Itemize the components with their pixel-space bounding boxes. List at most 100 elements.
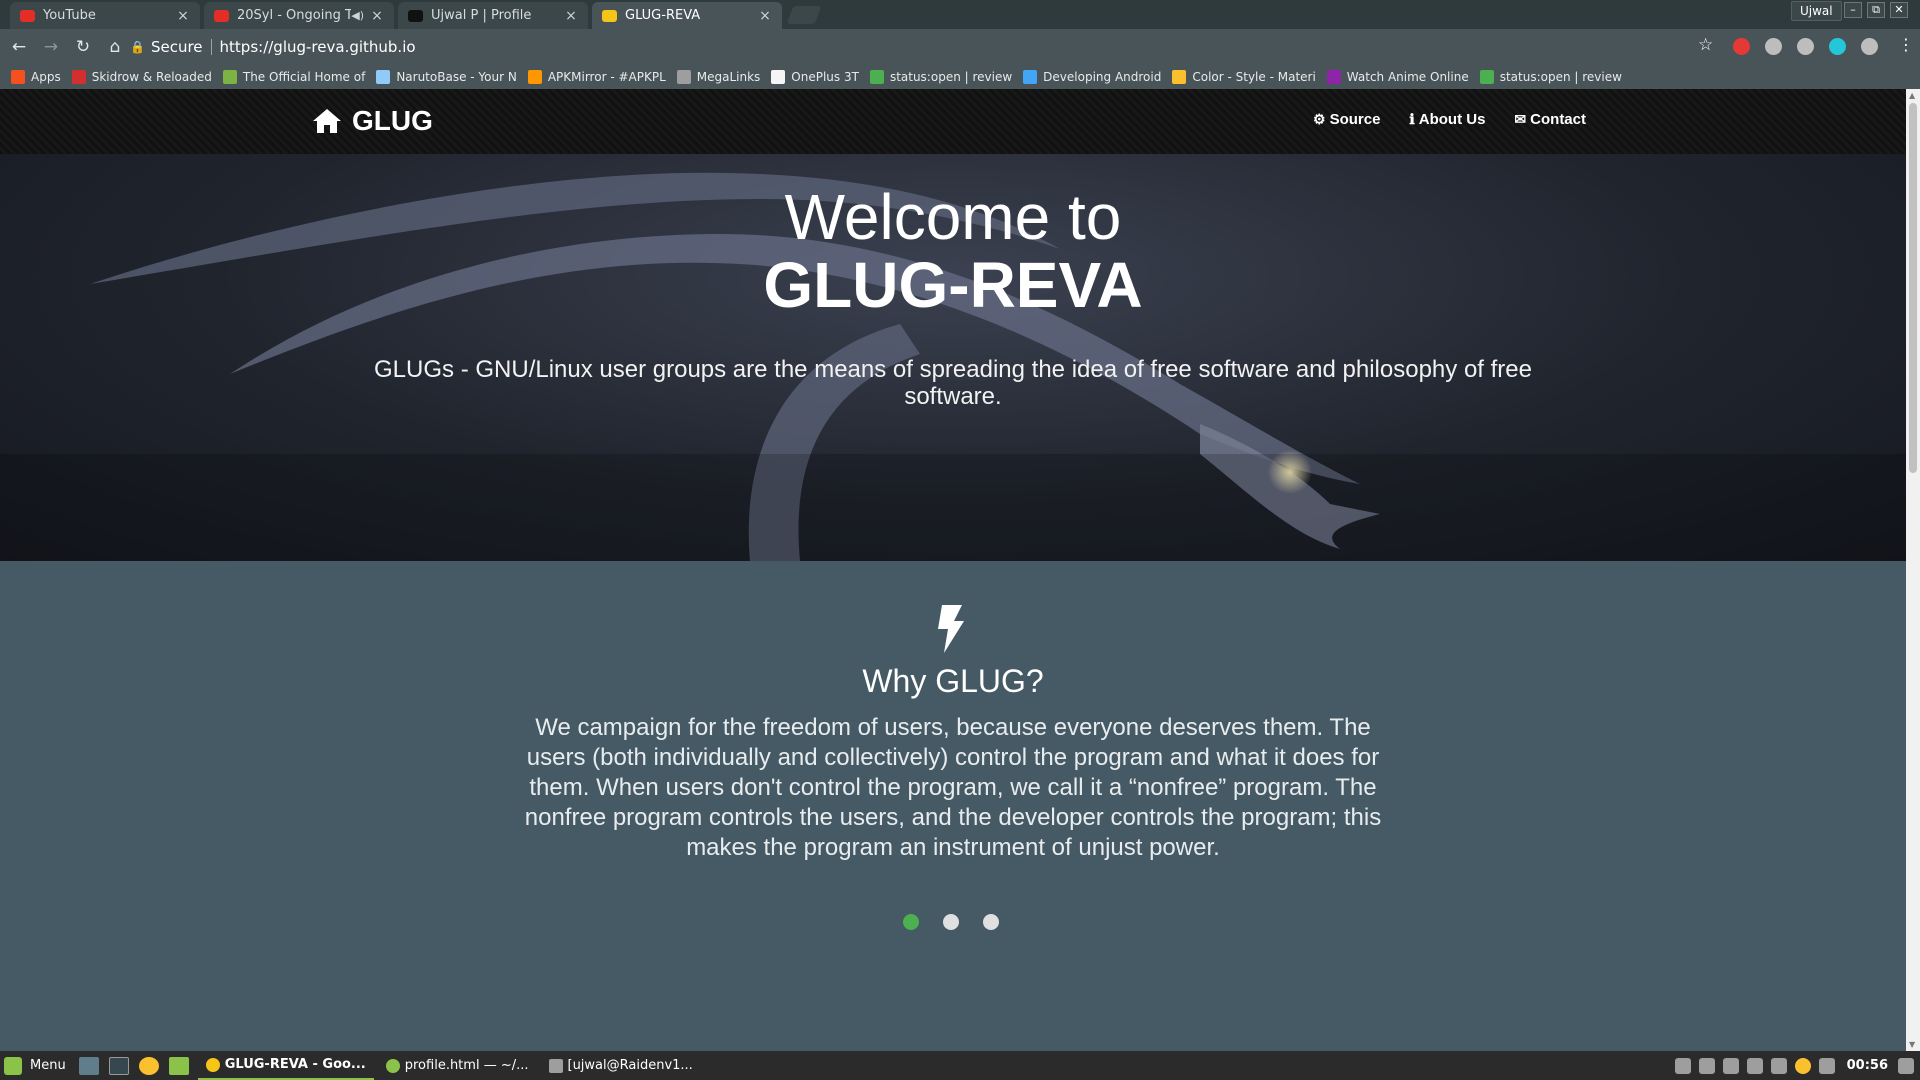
close-icon[interactable]: × (370, 8, 384, 24)
bookmark-item[interactable]: status:open | review (1479, 70, 1622, 84)
why-glug-section: Why GLUG? We campaign for the freedom of… (0, 561, 1906, 1051)
bookmark-favicon-icon (676, 70, 691, 84)
speaker-icon[interactable]: ◀) (351, 9, 364, 22)
clock[interactable]: 00:56 (1847, 1058, 1888, 1073)
bookmark-item[interactable]: Developing Android (1023, 70, 1161, 84)
envelope-icon: ✉ (1514, 111, 1527, 127)
forward-arrow-icon[interactable]: → (38, 34, 64, 60)
bluetooth-icon[interactable] (1818, 1057, 1835, 1074)
site-nav: ⚙ Source ℹ About Us ✉ Contact (1284, 111, 1586, 128)
nav-label: Source (1329, 111, 1381, 128)
nav-about-us[interactable]: ℹ About Us (1409, 111, 1485, 128)
carousel-dot[interactable] (943, 914, 959, 930)
site-navbar: GLUG ⚙ Source ℹ About Us ✉ Contact (0, 89, 1906, 154)
volume-icon[interactable] (1722, 1057, 1739, 1074)
bookmark-star-icon[interactable]: ☆ (1698, 35, 1713, 55)
close-icon[interactable]: × (176, 8, 190, 24)
minimize-button[interactable]: – (1844, 2, 1862, 18)
terminal-icon[interactable] (108, 1056, 129, 1075)
vertical-scrollbar[interactable]: ▲ ▼ (1906, 89, 1920, 1051)
carousel-dot[interactable] (903, 914, 919, 930)
bookmark-label: APKMirror - #APKPL (547, 70, 666, 84)
task-profile-html[interactable]: profile.html — ~/... (378, 1051, 537, 1080)
bookmark-item[interactable]: Watch Anime Online (1326, 70, 1469, 84)
bookmark-item[interactable]: MegaLinks (676, 70, 760, 84)
start-menu-button[interactable]: Menu (4, 1056, 66, 1075)
cloud-icon[interactable] (1861, 38, 1878, 55)
lock-icon: 🔒 (130, 40, 145, 54)
tab-strip: YouTube × 20Syl - Ongoing Thin ◀) × Ujwa… (0, 0, 1920, 29)
terminal-icon (548, 1058, 563, 1073)
new-tab-button[interactable] (786, 6, 822, 24)
hero-section: Welcome to GLUG-REVA GLUGs - GNU/Linux u… (0, 154, 1906, 561)
reload-icon[interactable]: ↻ (70, 34, 96, 60)
scroll-down-icon[interactable]: ▼ (1909, 1040, 1915, 1049)
bookmark-favicon-icon (71, 70, 86, 84)
browser-window: YouTube × 20Syl - Ongoing Thin ◀) × Ujwa… (0, 0, 1920, 1051)
restore-button[interactable]: ⧉ (1867, 2, 1885, 18)
bookmark-favicon-icon (1326, 70, 1341, 84)
page-viewport: GLUG ⚙ Source ℹ About Us ✉ Contact Welco… (0, 89, 1906, 1051)
shield-icon[interactable] (1797, 38, 1814, 55)
bookmark-label: Skidrow & Reloaded (91, 70, 212, 84)
bookmark-favicon-icon (771, 70, 786, 84)
close-window-button[interactable]: ✕ (1890, 2, 1908, 18)
why-heading: Why GLUG? (862, 663, 1044, 699)
tab-glug-reva[interactable]: GLUG-REVA × (592, 2, 782, 29)
tab-20syl[interactable]: 20Syl - Ongoing Thin ◀) × (204, 2, 394, 29)
bookmark-item[interactable]: OnePlus 3T (771, 70, 859, 84)
adblock-icon[interactable] (1733, 38, 1750, 55)
bookmark-item[interactable]: NarutoBase - Your N (376, 70, 517, 84)
shield-icon[interactable] (1770, 1057, 1787, 1074)
bookmark-label: NarutoBase - Your N (396, 70, 517, 84)
bookmark-item[interactable]: Color - Style - Materi (1172, 70, 1316, 84)
bookmark-label: The Official Home of (242, 70, 366, 84)
nav-contact[interactable]: ✉ Contact (1514, 111, 1586, 128)
chrome-icon[interactable] (138, 1056, 159, 1075)
site-brand[interactable]: GLUG (312, 105, 433, 137)
nav-source[interactable]: ⚙ Source (1313, 111, 1380, 128)
folder-icon[interactable] (168, 1056, 189, 1075)
user-icon[interactable] (1674, 1057, 1691, 1074)
omnibox[interactable]: 🔒 Secure https://glug-reva.github.io (124, 33, 1714, 61)
task-glug-reva[interactable]: GLUG-REVA - Goo... (197, 1051, 374, 1080)
bookmark-item[interactable]: Skidrow & Reloaded (71, 70, 212, 84)
glug-favicon-icon (602, 9, 617, 22)
show-desktop-icon[interactable] (78, 1056, 99, 1075)
url-text[interactable]: https://glug-reva.github.io (220, 38, 416, 56)
m-icon[interactable] (1829, 38, 1846, 55)
bookmark-favicon-icon (869, 70, 884, 84)
scrollbar-thumb[interactable] (1909, 103, 1917, 473)
bookmark-item[interactable]: status:open | review (869, 70, 1012, 84)
back-arrow-icon[interactable]: ← (6, 34, 32, 60)
pen-icon[interactable] (1698, 1057, 1715, 1074)
bookmark-item[interactable]: APKMirror - #APKPL (527, 70, 666, 84)
tab-title: Ujwal P | Profile (431, 8, 532, 23)
tab-youtube[interactable]: YouTube × (10, 2, 200, 29)
chrome-icon[interactable] (1794, 1057, 1811, 1074)
close-icon[interactable]: × (758, 8, 772, 24)
close-icon[interactable]: × (564, 8, 578, 24)
hero-title-line1: Welcome to (784, 181, 1122, 253)
profile-button[interactable]: Ujwal (1791, 1, 1842, 21)
editor-icon (385, 1058, 400, 1073)
task-terminal[interactable]: [ujwal@Raidenv1... (541, 1051, 701, 1080)
youtube-favicon-icon (20, 9, 35, 22)
bookmark-label: Apps (31, 70, 61, 84)
why-body: We campaign for the freedom of users, be… (524, 714, 1382, 861)
bookmark-label: Color - Style - Materi (1192, 70, 1316, 84)
bookmark-label: OnePlus 3T (791, 70, 859, 84)
bookmark-item[interactable]: The Official Home of (222, 70, 366, 84)
scroll-up-icon[interactable]: ▲ (1909, 91, 1915, 100)
bookmark-favicon-icon (376, 70, 391, 84)
carousel-dot[interactable] (983, 914, 999, 930)
bookmark-apps[interactable]: Apps (11, 70, 61, 84)
mint-logo-icon (4, 1056, 22, 1075)
bulb-icon[interactable] (1765, 38, 1782, 55)
notifications-icon[interactable] (1898, 1057, 1914, 1074)
clipboard-icon[interactable] (1746, 1057, 1763, 1074)
carousel-indicators (903, 914, 1023, 930)
hero-lead: GLUGs - GNU/Linux user groups are the me… (374, 356, 1532, 410)
kebab-menu-icon[interactable]: ⋮ (1898, 35, 1914, 54)
tab-profile[interactable]: Ujwal P | Profile × (398, 2, 588, 29)
